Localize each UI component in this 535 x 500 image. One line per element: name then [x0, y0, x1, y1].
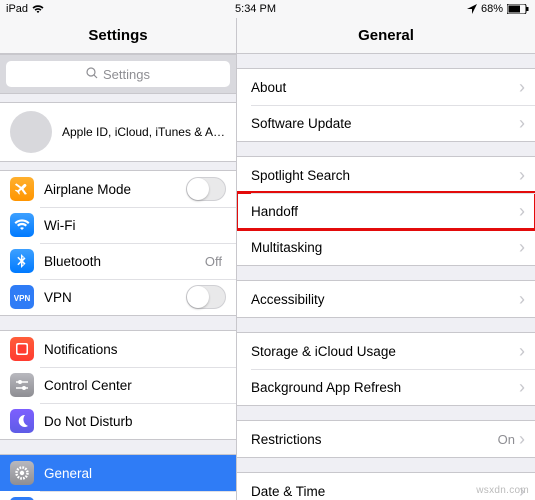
sidebar-item-label: Bluetooth — [44, 254, 205, 269]
row-label: Accessibility — [251, 292, 519, 307]
chevron-right-icon: › — [519, 342, 525, 360]
sidebar-title: Settings — [0, 18, 236, 54]
row-about[interactable]: About› — [237, 69, 535, 105]
chevron-right-icon: › — [519, 166, 525, 184]
gear-icon — [10, 461, 34, 485]
location-icon — [467, 4, 477, 14]
row-label: About — [251, 80, 519, 95]
row-label: Multitasking — [251, 240, 519, 255]
battery-pct: 68% — [481, 3, 503, 15]
chevron-right-icon: › — [519, 378, 525, 396]
row-handoff[interactable]: Handoff› — [237, 193, 535, 229]
plane-icon — [10, 177, 34, 201]
chevron-right-icon: › — [519, 202, 525, 220]
detail-pane: General About›Software Update›Spotlight … — [237, 18, 535, 500]
row-background-refresh[interactable]: Background App Refresh› — [237, 369, 535, 405]
row-label: Handoff — [251, 204, 519, 219]
vpn-icon: VPN — [10, 285, 34, 309]
row-label: Restrictions — [251, 432, 498, 447]
sidebar-item-display-brightness[interactable]: AADisplay & Brightness — [0, 491, 236, 500]
chevron-right-icon: › — [519, 290, 525, 308]
row-software-update[interactable]: Software Update› — [237, 105, 535, 141]
sidebar-item-label: Wi-Fi — [44, 218, 222, 233]
toggle-vpn[interactable] — [186, 285, 226, 309]
sidebar-item-notifications[interactable]: Notifications — [0, 331, 236, 367]
chevron-right-icon: › — [519, 78, 525, 96]
row-label: Date & Time — [251, 484, 519, 499]
row-label: Spotlight Search — [251, 168, 519, 183]
sidebar-item-label: Control Center — [44, 378, 226, 393]
svg-text:VPN: VPN — [14, 294, 30, 303]
settings-sidebar: Settings Settings Apple ID, iCloud, iTun… — [0, 18, 237, 500]
controls-icon — [10, 373, 34, 397]
row-label: Background App Refresh — [251, 380, 519, 395]
sidebar-item-do-not-disturb[interactable]: Do Not Disturb — [0, 403, 236, 439]
search-input[interactable]: Settings — [6, 61, 230, 87]
battery-icon — [507, 4, 529, 14]
avatar — [10, 111, 52, 153]
row-date-time[interactable]: Date & Time› — [237, 473, 535, 500]
wifi-icon — [10, 213, 34, 237]
sidebar-item-airplane-mode[interactable]: Airplane Mode — [0, 171, 236, 207]
notif-icon — [10, 337, 34, 361]
toggle-airplane-mode[interactable] — [186, 177, 226, 201]
chevron-right-icon: › — [519, 114, 525, 132]
chevron-right-icon: › — [519, 430, 525, 448]
sidebar-item-control-center[interactable]: Control Center — [0, 367, 236, 403]
row-accessibility[interactable]: Accessibility› — [237, 281, 535, 317]
row-multitasking[interactable]: Multitasking› — [237, 229, 535, 265]
device-label: iPad — [6, 3, 28, 15]
value-restrictions: On — [498, 432, 515, 447]
value-bluetooth: Off — [205, 254, 222, 269]
moon-icon — [10, 409, 34, 433]
sidebar-item-label: Do Not Disturb — [44, 414, 226, 429]
search-icon — [86, 67, 98, 82]
chevron-right-icon: › — [519, 238, 525, 256]
status-bar: iPad 5:34 PM 68% — [0, 0, 535, 18]
detail-title: General — [237, 18, 535, 54]
row-spotlight-search[interactable]: Spotlight Search› — [237, 157, 535, 193]
clock: 5:34 PM — [235, 3, 276, 15]
sidebar-item-label: General — [44, 466, 226, 481]
row-label: Software Update — [251, 116, 519, 131]
sidebar-item-general[interactable]: General — [0, 455, 236, 491]
sidebar-item-vpn[interactable]: VPN VPN — [0, 279, 236, 315]
row-storage-icloud[interactable]: Storage & iCloud Usage› — [237, 333, 535, 369]
sidebar-item-bluetooth[interactable]: BluetoothOff — [0, 243, 236, 279]
sidebar-item-label: VPN — [44, 290, 186, 305]
apple-id-row[interactable]: Apple ID, iCloud, iTunes & App St... — [0, 103, 236, 161]
search-placeholder: Settings — [103, 67, 150, 82]
sidebar-item-label: Airplane Mode — [44, 182, 186, 197]
row-label: Storage & iCloud Usage — [251, 344, 519, 359]
bluetooth-icon — [10, 249, 34, 273]
apple-id-label: Apple ID, iCloud, iTunes & App St... — [62, 125, 226, 139]
sidebar-item-label: Notifications — [44, 342, 226, 357]
row-restrictions[interactable]: RestrictionsOn › — [237, 421, 535, 457]
chevron-right-icon: › — [519, 482, 525, 500]
search-wrap: Settings — [0, 54, 236, 94]
wifi-icon — [32, 4, 44, 14]
sidebar-item-wifi[interactable]: Wi-Fi — [0, 207, 236, 243]
